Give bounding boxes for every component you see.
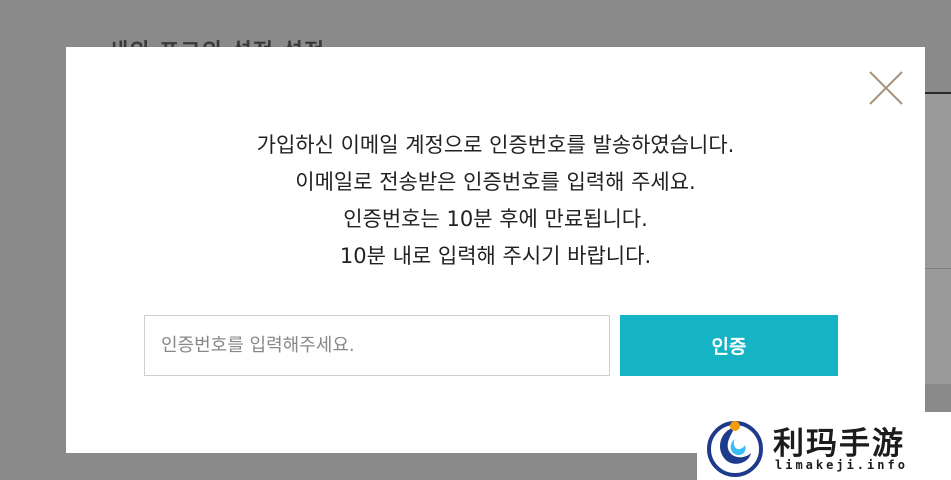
verification-message: 가입하신 이메일 계정으로 인증번호를 발송하였습니다. 이메일로 전송받은 인…: [66, 127, 925, 275]
message-line: 가입하신 이메일 계정으로 인증번호를 발송하였습니다.: [256, 133, 735, 157]
watermark-url: limakeji.info: [775, 458, 908, 472]
message-line: 10분 내로 입력해 주시기 바랍니다.: [339, 244, 652, 268]
background-panel-divider: [925, 268, 951, 269]
watermark: 利玛手游 limakeji.info: [697, 412, 951, 480]
close-icon: [869, 71, 903, 105]
background-panel: [925, 94, 951, 384]
watermark-brand: 利玛手游: [773, 426, 905, 462]
close-button[interactable]: [867, 69, 905, 107]
message-line: 인증번호는 10분 후에 만료됩니다.: [343, 207, 648, 231]
page: 새의 포그의 설정 설정 가입하신 이메일 계정으로 인증번호를 발송하였습니다…: [0, 0, 951, 480]
verification-modal: 가입하신 이메일 계정으로 인증번호를 발송하였습니다. 이메일로 전송받은 인…: [66, 47, 925, 453]
verify-button[interactable]: 인증: [620, 315, 838, 376]
verification-code-input[interactable]: [144, 315, 610, 376]
message-line: 이메일로 전송받은 인증번호를 입력해 주세요.: [295, 170, 696, 194]
swirl-logo-icon: [707, 421, 763, 477]
